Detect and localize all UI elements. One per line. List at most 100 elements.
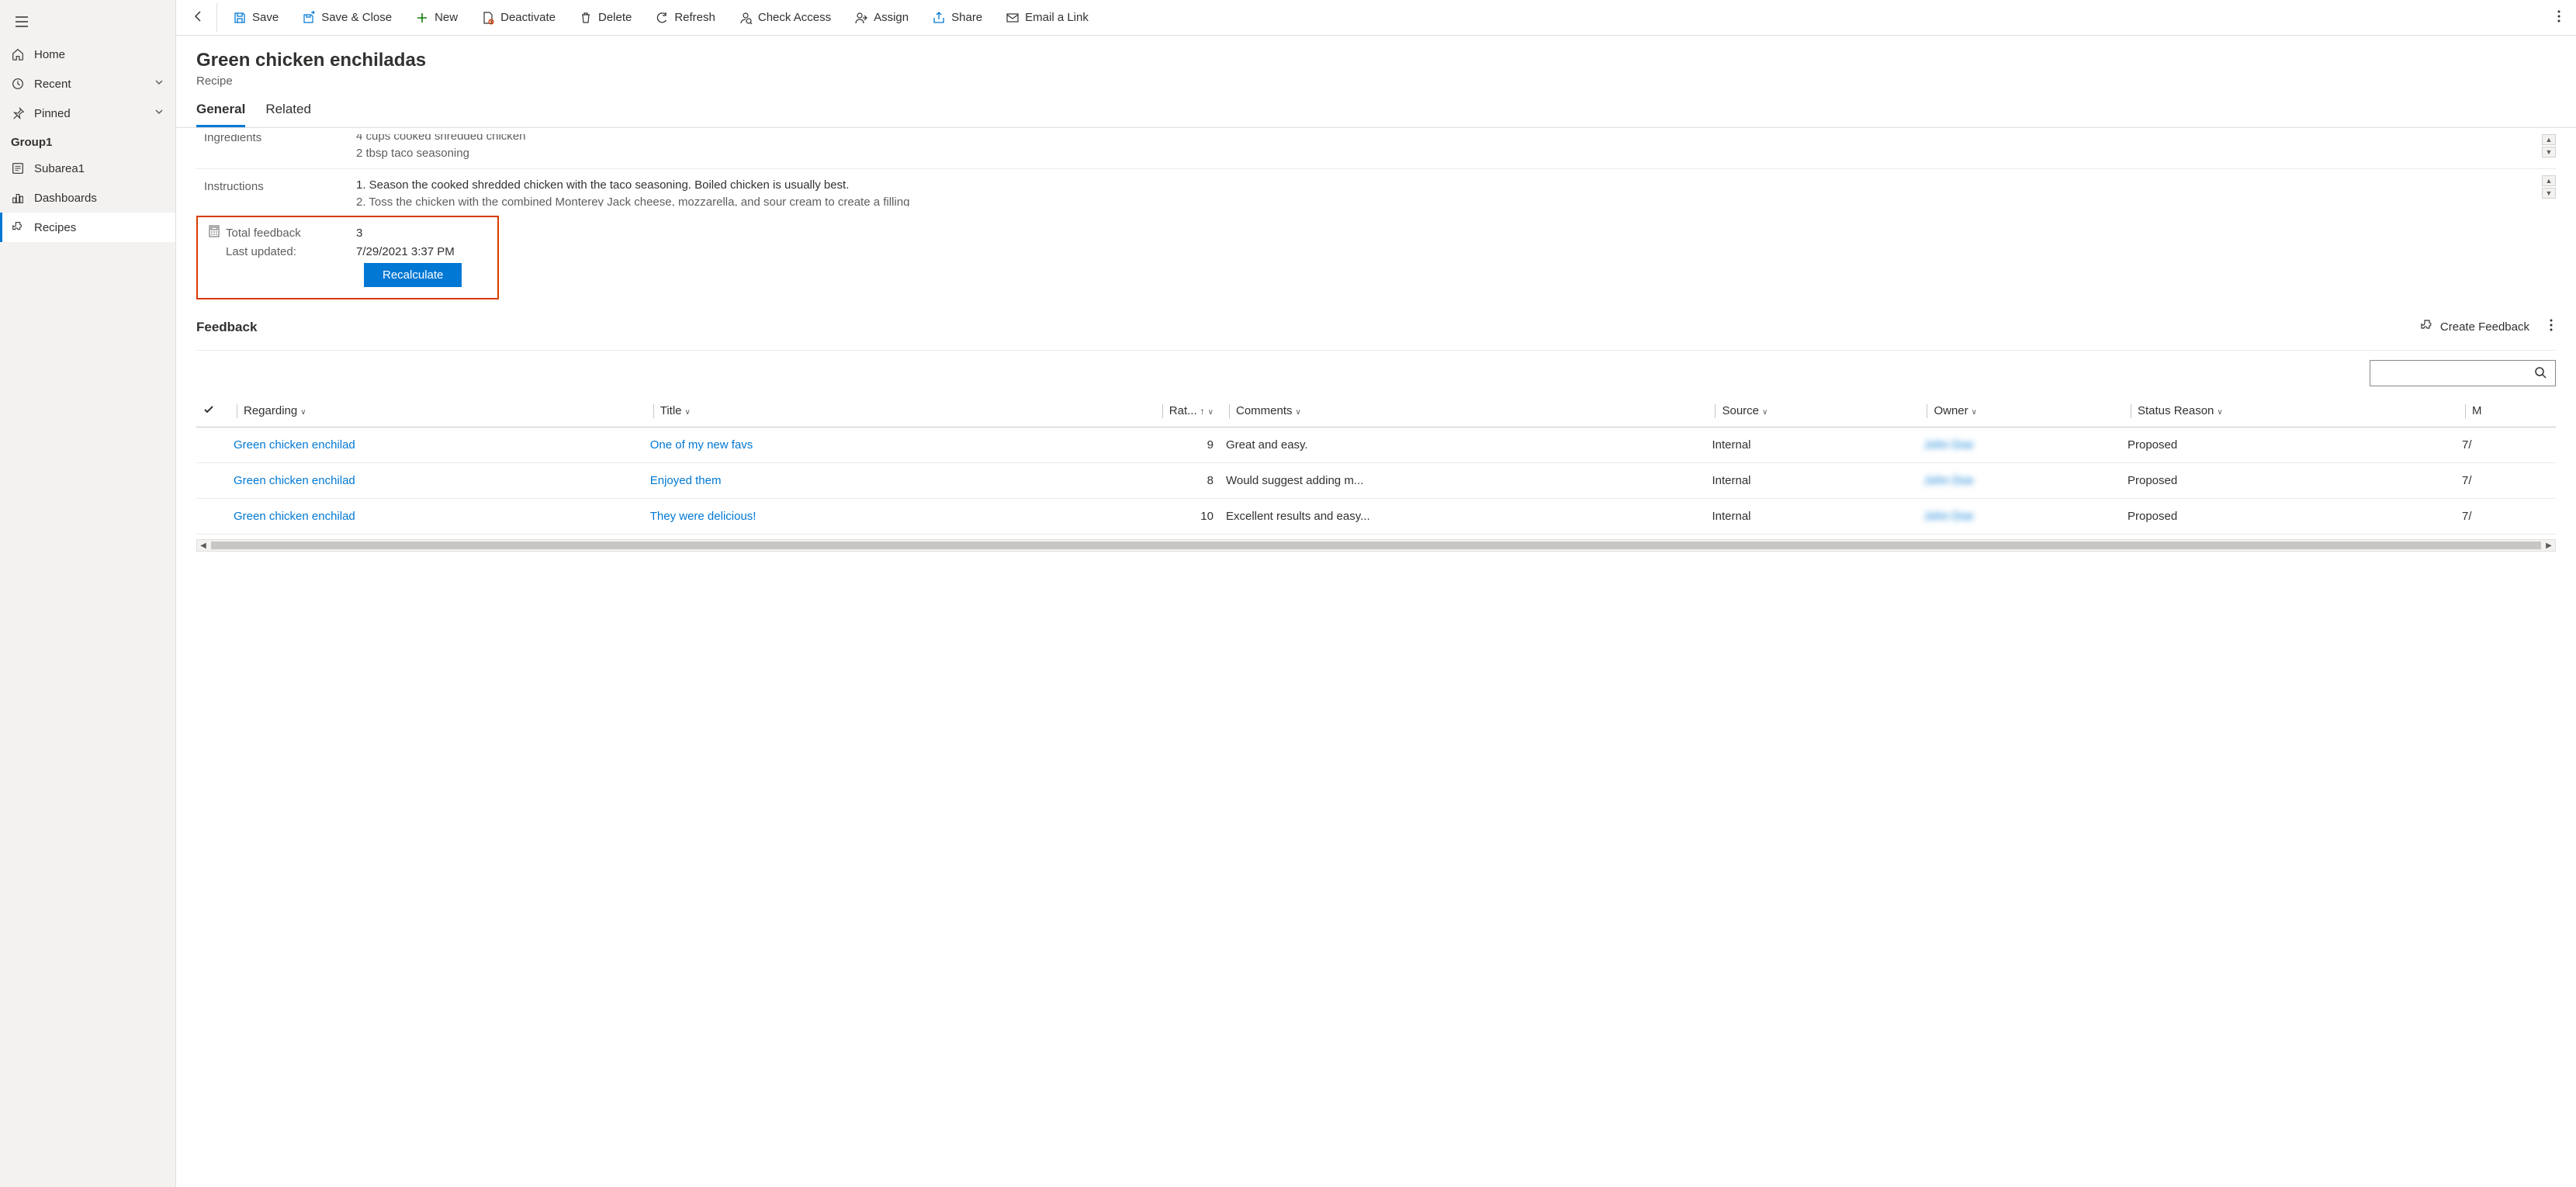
instructions-row: Instructions 1. Season the cooked shredd… (196, 168, 2556, 213)
clock-icon (11, 77, 25, 91)
nav-subarea1[interactable]: Subarea1 (0, 154, 175, 183)
regarding-link[interactable]: Green chicken enchilad (234, 438, 355, 452)
source-cell: Internal (1705, 427, 1917, 463)
scroll-left-button[interactable]: ◀ (197, 542, 209, 550)
status-reason-cell: Proposed (2121, 463, 2456, 499)
share-button[interactable]: Share (921, 5, 993, 31)
comments-cell: Would suggest adding m... (1220, 463, 1706, 499)
table-row[interactable]: Green chicken enchilad Enjoyed them 8Would… (196, 463, 2556, 499)
total-feedback-value: 3 (356, 227, 362, 240)
nav-home-label: Home (34, 48, 65, 61)
assign-label: Assign (874, 11, 909, 24)
record-entity-label: Recipe (196, 74, 2556, 88)
title-link[interactable]: Enjoyed them (650, 474, 722, 487)
ingredients-row: Ingredients 4 cups cooked shredded chick… (196, 128, 2556, 168)
ingredients-line1: 4 cups cooked shredded chicken (356, 134, 2551, 145)
nav-home[interactable]: Home (0, 40, 175, 69)
title-link[interactable]: They were delicious! (650, 510, 757, 523)
col-status-reason[interactable]: Status Reason∨ (2121, 396, 2456, 427)
nav-pinned-label: Pinned (34, 107, 71, 120)
nav-recent[interactable]: Recent (0, 69, 175, 99)
instructions-line1: 1. Season the cooked shredded chicken wi… (356, 177, 2551, 194)
create-feedback-button[interactable]: Create Feedback (2420, 319, 2529, 336)
table-row[interactable]: Green chicken enchilad They were deliciou… (196, 499, 2556, 535)
grid-search-input[interactable] (2370, 360, 2556, 386)
horizontal-scrollbar[interactable]: ◀ ▶ (196, 539, 2556, 552)
nav-group-1: Group1 (0, 128, 175, 154)
regarding-link[interactable]: Green chicken enchilad (234, 474, 355, 487)
col-comments[interactable]: Comments∨ (1220, 396, 1706, 427)
puzzle-icon (2420, 319, 2434, 336)
col-owner[interactable]: Owner∨ (1917, 396, 2121, 427)
instructions-field[interactable]: 1. Season the cooked shredded chicken wi… (351, 175, 2556, 206)
hamburger-menu[interactable] (0, 6, 175, 40)
check-access-button[interactable]: Check Access (728, 5, 842, 31)
tab-related[interactable]: Related (265, 102, 311, 127)
save-button[interactable]: Save (222, 5, 289, 31)
plus-icon (415, 11, 429, 25)
nav-recipes-label: Recipes (34, 221, 76, 234)
refresh-icon (655, 11, 669, 25)
col-source[interactable]: Source∨ (1705, 396, 1917, 427)
rollup-section: Total feedback 3 Last updated: 7/29/2021… (196, 216, 499, 299)
deactivate-button[interactable]: Deactivate (470, 5, 566, 31)
back-icon (192, 9, 206, 23)
assign-button[interactable]: Assign (843, 5, 919, 31)
owner-link[interactable]: John Doe (1923, 510, 1973, 523)
command-bar: Save Save & Close New Deactivate Delete … (176, 0, 2576, 36)
refresh-button[interactable]: Refresh (644, 5, 726, 31)
delete-button[interactable]: Delete (568, 5, 642, 31)
entity-icon (11, 161, 25, 175)
rating-cell: 9 (1012, 427, 1220, 463)
deactivate-icon (481, 11, 495, 25)
title-link[interactable]: One of my new favs (650, 438, 753, 452)
pin-icon (11, 106, 25, 120)
new-button[interactable]: New (404, 5, 469, 31)
col-regarding[interactable]: Regarding∨ (227, 396, 644, 427)
instructions-line2: 2. Toss the chicken with the combined Mo… (356, 194, 2551, 206)
m-cell: 7/ (2456, 427, 2556, 463)
scroll-right-button[interactable]: ▶ (2543, 542, 2555, 550)
nav-recent-label: Recent (34, 78, 71, 91)
regarding-link[interactable]: Green chicken enchilad (234, 510, 355, 523)
save-close-icon (302, 11, 316, 25)
col-title[interactable]: Title∨ (644, 396, 1013, 427)
source-cell: Internal (1705, 463, 1917, 499)
rating-cell: 10 (1012, 499, 1220, 535)
total-feedback-label: Total feedback (226, 227, 301, 240)
feedback-section-title: Feedback (196, 320, 257, 335)
record-title: Green chicken enchiladas (196, 50, 2556, 71)
nav-dashboards-label: Dashboards (34, 192, 97, 205)
col-rating[interactable]: Rat...↑∨ (1012, 396, 1220, 427)
save-close-button[interactable]: Save & Close (291, 5, 403, 31)
tab-general[interactable]: General (196, 102, 245, 127)
table-row[interactable]: Green chicken enchilad One of my new favs… (196, 427, 2556, 463)
check-access-icon (739, 11, 753, 25)
section-overflow[interactable] (2547, 318, 2556, 336)
col-m[interactable]: M (2456, 396, 2556, 427)
nav-pinned[interactable]: Pinned (0, 99, 175, 128)
command-overflow[interactable] (2547, 3, 2571, 32)
ingredients-field[interactable]: 4 cups cooked shredded chicken 2 tbsp ta… (351, 134, 2556, 162)
nav-recipes[interactable]: Recipes (0, 213, 175, 242)
form-area: Ingredients 4 cups cooked shredded chick… (176, 128, 2576, 1187)
source-cell: Internal (1705, 499, 1917, 535)
instructions-label: Instructions (196, 175, 351, 206)
scrollbar-track[interactable] (211, 542, 2541, 549)
status-reason-cell: Proposed (2121, 427, 2456, 463)
create-feedback-label: Create Feedback (2440, 320, 2529, 334)
rating-cell: 8 (1012, 463, 1220, 499)
save-label: Save (252, 11, 279, 24)
recalculate-button[interactable]: Recalculate (364, 263, 462, 287)
share-label: Share (951, 11, 982, 24)
owner-link[interactable]: John Doe (1923, 474, 1973, 487)
owner-link[interactable]: John Doe (1923, 438, 1973, 452)
nav-dashboards[interactable]: Dashboards (0, 183, 175, 213)
scroll-down-button[interactable]: ▼ (2542, 147, 2556, 157)
select-all-header[interactable] (196, 396, 227, 427)
back-button[interactable] (181, 3, 217, 32)
calculator-icon (209, 225, 220, 241)
scroll-down-button[interactable]: ▼ (2542, 188, 2556, 199)
ingredients-line2: 2 tbsp taco seasoning (356, 145, 2551, 162)
email-link-button[interactable]: Email a Link (995, 5, 1099, 31)
